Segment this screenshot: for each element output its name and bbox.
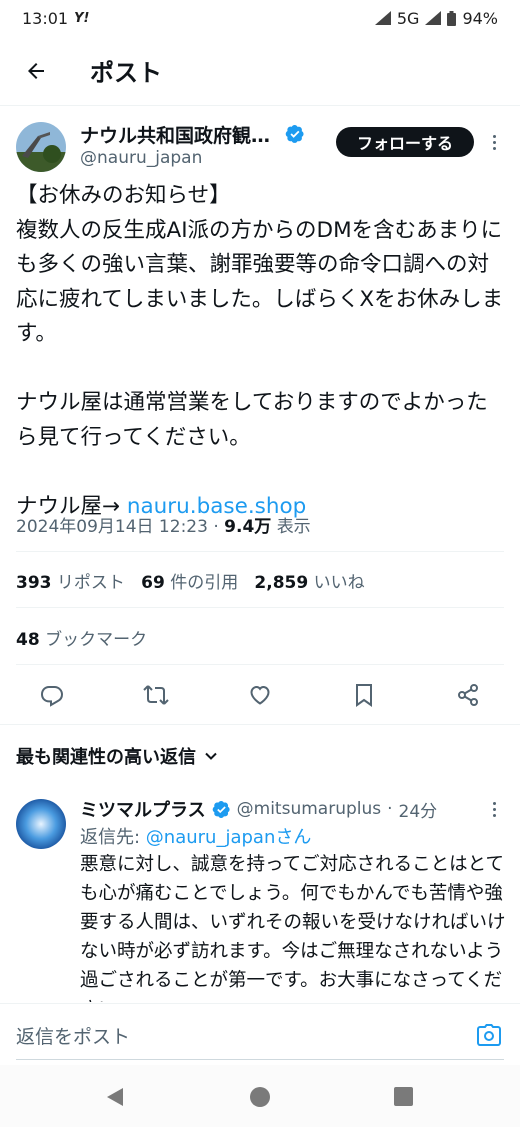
more-options-icon[interactable] <box>484 132 504 152</box>
reply-to-line: 返信先: @nauru_japanさん <box>80 823 311 849</box>
heart-icon <box>250 685 270 705</box>
share-icon <box>458 684 478 706</box>
quotes-stat[interactable]: 69 件の引用 <box>141 573 238 593</box>
arrow-left-icon <box>28 62 44 79</box>
author-handle[interactable]: @nauru_japan <box>80 148 202 168</box>
reply-icon <box>40 686 64 707</box>
repost-button[interactable] <box>136 675 176 715</box>
separator: · <box>387 799 393 819</box>
post-datetime[interactable]: 2024年09月14日 12:23 <box>16 517 208 537</box>
camera-icon[interactable] <box>477 1024 501 1046</box>
views-label: 表示 <box>276 517 311 537</box>
composer-underline <box>16 1059 504 1060</box>
section-divider <box>0 724 520 725</box>
bookmarks-stat[interactable]: 48 ブックマーク <box>16 625 147 650</box>
reply-composer: 返信をポスト <box>0 1003 520 1065</box>
sort-label: 最も関連性の高い返信 <box>16 747 196 768</box>
post-text: 【お休みのお知らせ】 複数人の反生成AI派の方からのDMを含むあまりにも多くの強… <box>16 183 504 450</box>
verified-badge-icon <box>285 125 304 143</box>
bookmark-icon <box>356 684 372 707</box>
reply-avatar[interactable] <box>16 799 66 849</box>
chevron-down-icon <box>205 752 217 760</box>
nav-home-icon[interactable] <box>249 1086 271 1108</box>
battery-icon <box>447 10 457 26</box>
nav-recents-icon[interactable] <box>394 1087 413 1106</box>
reply-to-prefix: 返信先: <box>80 827 146 848</box>
battery-level: 94% <box>462 8 498 28</box>
follow-button[interactable]: フォローする <box>336 127 474 157</box>
like-button[interactable] <box>240 675 280 715</box>
divider <box>16 664 504 665</box>
reply-author-name[interactable]: ミツマルプラス <box>80 796 206 822</box>
reply-more-options-icon[interactable] <box>484 799 504 819</box>
nav-back-icon[interactable] <box>105 1086 125 1108</box>
author-avatar[interactable] <box>16 122 66 172</box>
reply-input[interactable]: 返信をポスト <box>16 1022 130 1049</box>
divider <box>16 607 504 608</box>
system-navigation-bar <box>0 1065 520 1127</box>
reposts-stat[interactable]: 393 リポスト <box>16 573 125 593</box>
author-name[interactable]: ナウル共和国政府観… <box>80 121 270 148</box>
carrier-icon: Y! <box>74 10 90 26</box>
reply-sort-selector[interactable]: 最も関連性の高い返信 <box>16 743 218 769</box>
verified-badge-icon <box>212 800 230 818</box>
action-bar <box>0 670 520 720</box>
reply-author-handle[interactable]: @mitsumaruplus <box>237 799 381 819</box>
page-title: ポスト <box>90 59 162 87</box>
back-button[interactable] <box>0 36 72 106</box>
bookmark-button[interactable] <box>344 675 384 715</box>
reply-to-handle[interactable]: @nauru_japanさん <box>146 827 312 848</box>
reply-header: ミツマルプラス @mitsumaruplus · 24分 <box>80 796 437 822</box>
signal-icon <box>374 11 391 25</box>
repost-icon <box>143 685 169 705</box>
status-bar: 13:01 Y! 5G 94% <box>0 0 520 36</box>
reply-button[interactable] <box>32 675 72 715</box>
likes-stat[interactable]: 2,859 いいね <box>254 573 364 593</box>
signal-icon-2 <box>425 11 442 25</box>
engagement-stats: 393 リポスト 69 件の引用 2,859 いいね <box>16 568 365 593</box>
post-meta: 2024年09月14日 12:23 · 9.4万 表示 <box>16 517 311 537</box>
post-body: 【お休みのお知らせ】 複数人の反生成AI派の方からのDMを含むあまりにも多くの強… <box>16 179 506 524</box>
clock: 13:01 <box>22 8 69 28</box>
reply-text: 悪意に対し、誠意を持ってご対応されることはとても心が痛むことでしょう。何でもかん… <box>80 854 506 1002</box>
reply-time: 24分 <box>398 801 438 822</box>
share-button[interactable] <box>448 675 488 715</box>
top-app-bar: ポスト <box>0 36 520 106</box>
divider <box>16 551 504 552</box>
views-count: 9.4万 <box>224 517 272 537</box>
network-type: 5G <box>396 8 420 28</box>
